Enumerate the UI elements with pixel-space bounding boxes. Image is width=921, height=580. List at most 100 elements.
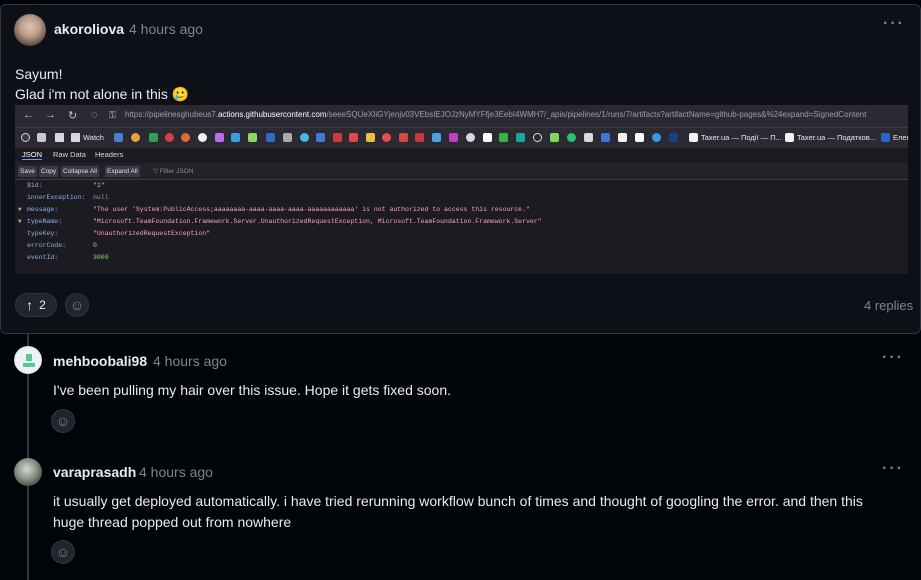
bookmark-icon [881, 133, 890, 142]
default-avatar-icon [23, 354, 35, 367]
bookmark-taxer-2: Taxer.ua — Податков... [797, 133, 877, 142]
filter-icon: ▽ [153, 168, 160, 175]
more-options-icon[interactable]: ··· [882, 460, 904, 478]
bookmark-taxer-1: Taxer.ua — Події — П... [701, 133, 782, 142]
expand-arrow-icon: ▼ [18, 206, 22, 213]
json-row: $id: "1" [27, 182, 105, 189]
author-avatar[interactable] [14, 14, 46, 46]
embedded-screenshot[interactable]: ← → ↻ ◌ ⚿ https://pipelinesghubeus7.acti… [15, 105, 908, 274]
expand-all-button: Expand All [105, 166, 140, 177]
comment-line-1: Sayum! [15, 66, 63, 82]
taxer-icon [689, 133, 698, 142]
bookmark-icon [131, 133, 140, 142]
bookmark-icon [483, 133, 492, 142]
bookmark-icon [415, 133, 424, 142]
bookmark-icon [266, 133, 275, 142]
bookmark-icon [181, 133, 190, 142]
reload-icon: ↻ [68, 110, 78, 122]
bookmark-icon [366, 133, 375, 142]
bookmark-icon [21, 133, 30, 142]
folder-icon [71, 133, 80, 142]
reply-body-line-2: huge thread popped out from nowhere [53, 514, 292, 530]
json-row: typeKey: "UnauthorizedRequestException" [27, 230, 211, 237]
author-name[interactable]: akoroliova [54, 21, 124, 37]
more-options-icon[interactable]: ··· [883, 15, 905, 33]
forward-icon: → [45, 109, 56, 121]
smiley-icon: ☺ [69, 297, 85, 313]
bookmark-icon [499, 133, 508, 142]
add-reaction-button[interactable]: ☺ [51, 409, 75, 433]
json-viewer-toolbar: Save Copy Collapse All Expand All ▽ Filt… [15, 163, 908, 180]
reply-timestamp[interactable]: 4 hours ago [139, 464, 213, 480]
bookmarks-bar: Watch Taxer.ua — Події — П... Taxer.ua —… [15, 127, 908, 148]
tab-json: JSON [22, 150, 43, 160]
bookmark-icon [283, 133, 292, 142]
bookmark-icon [198, 133, 207, 142]
bookmark-icon [567, 133, 576, 142]
json-row: errorCode: 0 [27, 242, 97, 249]
collapse-all-button: Collapse All [61, 166, 99, 177]
bookmark-icon [550, 133, 559, 142]
url-text: https://pipelinesghubeus7.actions.github… [125, 110, 867, 119]
folder-icon [55, 133, 64, 142]
replies-count[interactable]: 4 replies [864, 298, 913, 313]
back-icon: ← [23, 109, 34, 121]
reply-body-line-1: it usually get deployed automatically. i… [53, 493, 863, 509]
bookmark-icon [215, 133, 224, 142]
bookmark-icon [584, 133, 593, 142]
bookmark-icon [432, 133, 441, 142]
reply-body-line-1: I've been pulling my hair over this issu… [53, 382, 451, 398]
smiley-icon: ☺ [55, 544, 71, 560]
comment-line-2: Glad i'm not alone in this 🥲 [15, 86, 190, 102]
bookmark-icon [516, 133, 525, 142]
bookmark-icon [635, 133, 644, 142]
smiley-icon: ☺ [55, 413, 71, 429]
reply-avatar[interactable] [14, 346, 42, 374]
json-viewer-tabs: JSON Raw Data Headers [15, 148, 908, 162]
expand-arrow-icon: ▼ [18, 218, 22, 225]
bookmark-icon [165, 133, 174, 142]
copy-button: Copy [39, 166, 59, 177]
add-reaction-button[interactable]: ☺ [65, 293, 89, 317]
bookmark-icon [149, 133, 158, 142]
bookmark-watch: Watch [83, 133, 104, 142]
bookmark-icon [114, 133, 123, 142]
bookmark-icon [333, 133, 342, 142]
reply-avatar[interactable] [14, 458, 42, 486]
json-row: ▼ message: "The user 'System:PublicAcces… [18, 206, 530, 213]
arrow-up-icon: ↑ [26, 297, 34, 313]
reply-timestamp[interactable]: 4 hours ago [153, 353, 227, 369]
bookmark-icon [449, 133, 458, 142]
bookmark-icon [652, 133, 661, 142]
more-options-icon[interactable]: ··· [882, 349, 904, 367]
bookmark-icon [37, 133, 46, 142]
upvote-count: 2 [39, 298, 46, 312]
upvote-button[interactable]: ↑ 2 [15, 293, 57, 317]
json-row: eventId: 3000 [27, 254, 109, 261]
json-row: ▼ typeName: "Microsoft.TeamFoundation.Fr… [18, 218, 542, 225]
tab-headers: Headers [95, 150, 124, 159]
bookmark-icon [669, 133, 678, 142]
bookmark-icon [466, 133, 475, 142]
top-comment-card: akoroliova 4 hours ago ··· Sayum! Glad i… [0, 4, 921, 334]
browser-url-bar: ← → ↻ ◌ ⚿ https://pipelinesghubeus7.acti… [15, 105, 908, 127]
bookmark-icon [382, 133, 391, 142]
bookmark-elektro: Електро [893, 133, 908, 142]
lock-icon: ⚿ [109, 110, 116, 120]
taxer-icon [785, 133, 794, 142]
filter-json-input: ▽ Filter JSON [153, 168, 194, 175]
bookmark-icon [399, 133, 408, 142]
add-reaction-button[interactable]: ☺ [51, 540, 75, 564]
reply-author[interactable]: varaprasadh [53, 464, 136, 480]
bookmark-icon [231, 133, 240, 142]
bookmark-icon [349, 133, 358, 142]
bookmark-icon [533, 133, 542, 142]
shield-icon: ◌ [91, 109, 98, 121]
timestamp[interactable]: 4 hours ago [129, 21, 203, 37]
tab-raw-data: Raw Data [53, 150, 86, 159]
bookmark-icon [300, 133, 309, 142]
save-button: Save [18, 166, 37, 177]
reply-author[interactable]: mehboobali98 [53, 353, 147, 369]
bookmark-icon [316, 133, 325, 142]
bookmark-icon [618, 133, 627, 142]
